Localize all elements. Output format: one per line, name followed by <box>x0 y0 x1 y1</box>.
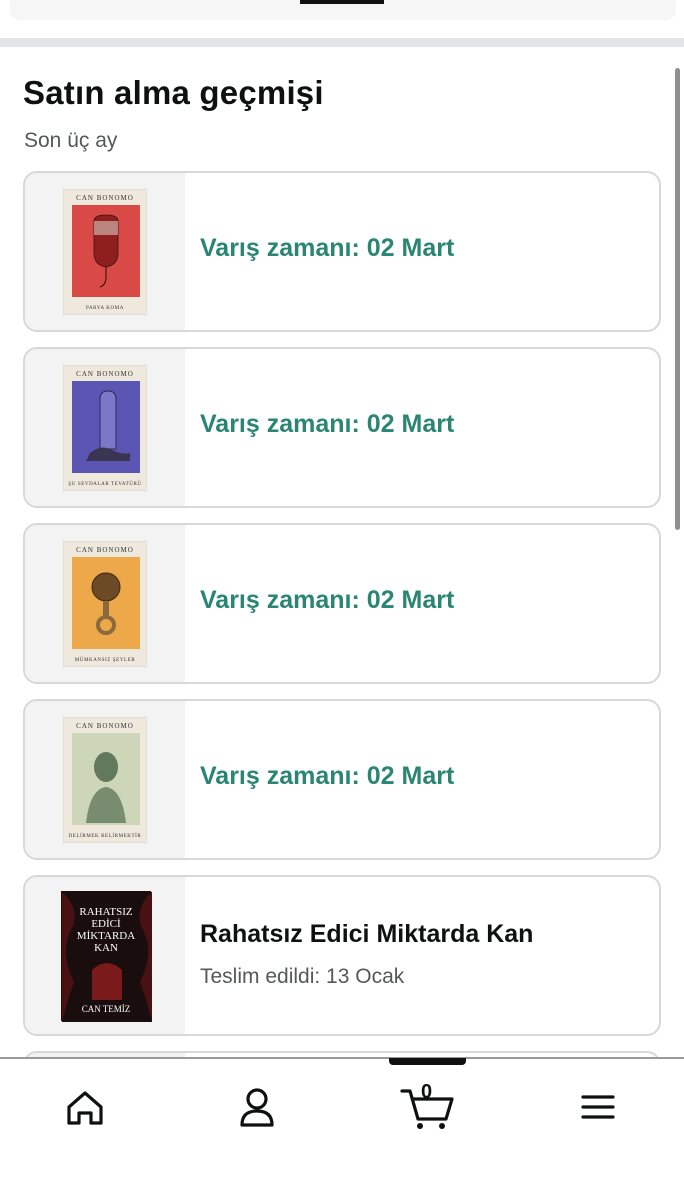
delivery-status: Varış zamanı: 02 Mart <box>200 234 455 262</box>
product-thumbnail[interactable]: CAN BONOMO DELİRMEK BELİRMEKTİR <box>25 701 185 858</box>
book-cover-mumkansiz-seyler: CAN BONOMO MÜMKANSIZ ŞEYLER <box>63 541 147 667</box>
cover-title: MÜMKANSIZ ŞEYLER <box>74 658 136 663</box>
cart-count: 0 <box>421 1081 433 1103</box>
cover-author: CAN BONOMO <box>76 370 134 378</box>
cover-title-line: MİKTARDA <box>76 930 136 942</box>
cover-title-line: RAHATSIZ <box>79 906 133 918</box>
scrollbar[interactable] <box>675 68 680 530</box>
menu-icon <box>581 1095 615 1119</box>
order-card[interactable]: CAN BONOMO PARYA KOMA Varış zamanı: 02 M… <box>23 171 661 332</box>
product-thumbnail[interactable]: CAN BONOMO MÜMKANSIZ ŞEYLER <box>25 525 185 682</box>
cover-title: DELİRMEK BELİRMEKTİR <box>68 834 142 839</box>
cover-title-line: EDİCİ <box>91 918 121 930</box>
book-cover-rahatsiz-edici-miktarda-kan: RAHATSIZ EDİCİ MİKTARDA KAN CAN TEMİZ <box>61 891 152 1022</box>
account-icon <box>240 1088 274 1127</box>
section-title: Satın alma geçmişi <box>23 74 324 111</box>
cover-author: CAN BONOMO <box>76 194 134 202</box>
book-cover-parya-koma: CAN BONOMO PARYA KOMA <box>63 189 147 315</box>
order-list: CAN BONOMO PARYA KOMA Varış zamanı: 02 M… <box>23 171 661 1091</box>
cover-title-line: KAN <box>94 942 118 954</box>
delivery-status: Varış zamanı: 02 Mart <box>200 586 455 614</box>
cover-author: CAN TEMİZ <box>81 1004 131 1014</box>
iv-bag-illustration <box>72 205 140 297</box>
book-cover-su-sevdalar-tevaturu: CAN BONOMO ŞU SEVDALAR TEVATÜRÜ <box>63 365 147 491</box>
nav-cart[interactable]: 0 <box>398 1081 458 1131</box>
order-card[interactable]: CAN BONOMO MÜMKANSIZ ŞEYLER Varış zamanı… <box>23 523 661 684</box>
product-title[interactable]: Rahatsız Edici Miktarda Kan <box>200 920 533 949</box>
glass-illustration <box>72 381 140 473</box>
product-thumbnail[interactable]: RAHATSIZ EDİCİ MİKTARDA KAN CAN TEMİZ <box>25 877 185 1034</box>
delivery-status: Varış zamanı: 02 Mart <box>200 410 455 438</box>
order-card[interactable]: RAHATSIZ EDİCİ MİKTARDA KAN CAN TEMİZ Ra… <box>23 875 661 1036</box>
top-edge-mark <box>300 0 384 4</box>
cover-title: PARYA KOMA <box>86 306 124 311</box>
product-thumbnail[interactable]: CAN BONOMO ŞU SEVDALAR TEVATÜRÜ <box>25 349 185 506</box>
bottom-navigation: 0 <box>0 1057 684 1200</box>
active-tab-indicator <box>389 1058 466 1065</box>
section-subtitle: Son üç ay <box>24 129 118 152</box>
cover-author: CAN BONOMO <box>76 722 134 730</box>
rattle-illustration <box>72 557 140 649</box>
order-card[interactable]: CAN BONOMO DELİRMEK BELİRMEKTİR Varış za… <box>23 699 661 860</box>
nav-account[interactable] <box>227 1081 287 1131</box>
delivery-status: Varış zamanı: 02 Mart <box>200 762 455 790</box>
cover-title-block: RAHATSIZ EDİCİ MİKTARDA KAN <box>62 906 150 954</box>
cover-title: ŞU SEVDALAR TEVATÜRÜ <box>68 482 142 487</box>
nav-home[interactable] <box>55 1081 115 1131</box>
blurred-figure-illustration <box>72 733 140 825</box>
book-cover-delirmek-belirmektir: CAN BONOMO DELİRMEK BELİRMEKTİR <box>63 717 147 843</box>
delivery-status: Teslim edildi: 13 Ocak <box>200 965 405 988</box>
purchase-history-page: Satın alma geçmişi Son üç ay CAN BONOMO … <box>0 0 684 1200</box>
home-icon <box>67 1091 103 1125</box>
product-thumbnail[interactable]: CAN BONOMO PARYA KOMA <box>25 173 185 330</box>
nav-menu[interactable] <box>568 1081 628 1131</box>
order-card[interactable]: CAN BONOMO ŞU SEVDALAR TEVATÜRÜ Varış za… <box>23 347 661 508</box>
section-divider <box>0 38 684 47</box>
cover-author: CAN BONOMO <box>76 546 134 554</box>
